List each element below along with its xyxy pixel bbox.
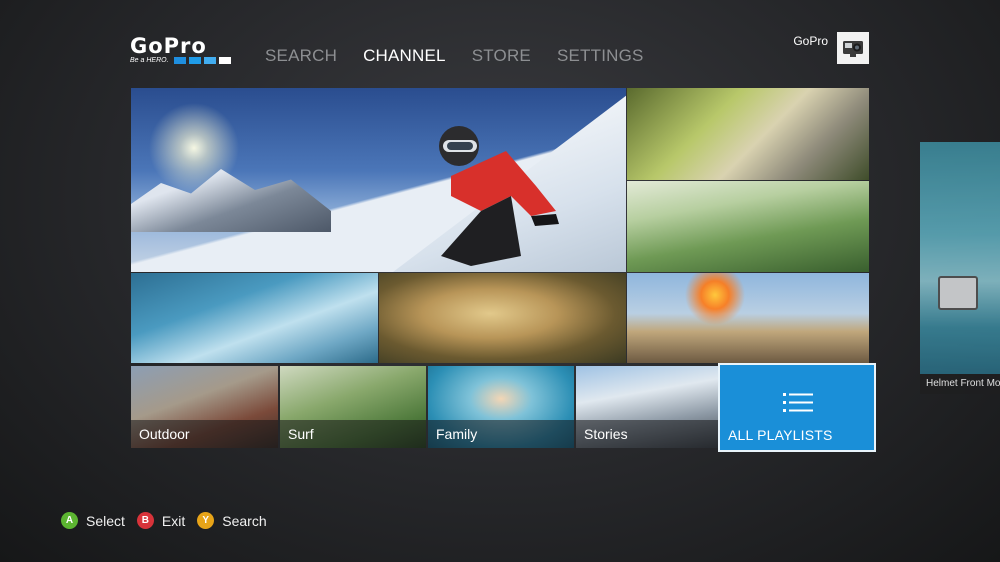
logo-square xyxy=(218,57,231,64)
logo-square xyxy=(188,57,201,64)
category-label: Surf xyxy=(280,420,426,448)
all-playlists-label: ALL PLAYLISTS xyxy=(728,427,833,443)
category-stories[interactable]: Stories xyxy=(576,366,722,448)
hint-label: Select xyxy=(86,512,125,529)
b-button-icon: B xyxy=(136,512,154,529)
category-label: Stories xyxy=(576,420,722,448)
category-family[interactable]: Family xyxy=(428,366,574,448)
category-label: Family xyxy=(428,420,574,448)
snowboarder-figure xyxy=(439,126,559,266)
all-playlists-button[interactable]: ALL PLAYLISTS xyxy=(718,363,876,452)
a-button-icon: A xyxy=(61,512,78,529)
gopro-channel-screen: GoPro Be a HERO. SEARCH CHANNEL STORE SE… xyxy=(0,0,1000,562)
featured-video-tile[interactable] xyxy=(131,88,626,272)
video-tile-surfer-barrel[interactable] xyxy=(131,273,378,363)
peek-label: Helmet Front Mou xyxy=(920,374,1000,394)
nav-search[interactable]: SEARCH xyxy=(265,46,337,66)
next-panel-peek[interactable]: Helmet Front Mou xyxy=(920,142,1000,394)
logo-square xyxy=(173,57,186,64)
mountain-backdrop xyxy=(131,169,331,232)
logo-subline: Be a HERO. xyxy=(130,57,238,64)
nav-channel[interactable]: CHANNEL xyxy=(363,46,446,66)
hint-label: Exit xyxy=(161,512,186,529)
nav-settings[interactable]: SETTINGS xyxy=(557,46,644,66)
category-outdoor[interactable]: Outdoor xyxy=(131,366,278,448)
y-button-icon: Y xyxy=(197,512,215,529)
video-tile-cat[interactable] xyxy=(627,88,869,180)
logo-tagline: Be a HERO. xyxy=(130,57,169,64)
gopro-camera-icon xyxy=(843,41,863,57)
hint-search: Y Search xyxy=(197,512,267,529)
category-surf[interactable]: Surf xyxy=(280,366,426,448)
nav-store[interactable]: STORE xyxy=(472,46,531,66)
hint-exit: B Exit xyxy=(136,512,186,529)
gopro-logo: GoPro Be a HERO. xyxy=(130,36,238,68)
logo-wordmark: GoPro xyxy=(130,34,207,58)
video-tile-fire-breather[interactable] xyxy=(627,273,869,363)
hint-select: A Select xyxy=(61,512,125,529)
category-label: Outdoor xyxy=(131,420,278,448)
video-tile-surf-wave[interactable] xyxy=(627,181,869,272)
hint-label: Search xyxy=(222,512,267,529)
controller-hints: A Select B Exit Y Search xyxy=(61,512,267,529)
user-profile[interactable]: GoPro xyxy=(793,32,869,64)
camera-image xyxy=(938,276,978,310)
video-tile-lion[interactable] xyxy=(379,273,626,363)
peek-thumbnail xyxy=(920,142,1000,374)
user-name: GoPro xyxy=(793,34,828,48)
list-icon xyxy=(783,393,813,412)
avatar[interactable] xyxy=(837,32,869,64)
main-nav: SEARCH CHANNEL STORE SETTINGS xyxy=(265,46,644,66)
logo-square xyxy=(203,57,216,64)
